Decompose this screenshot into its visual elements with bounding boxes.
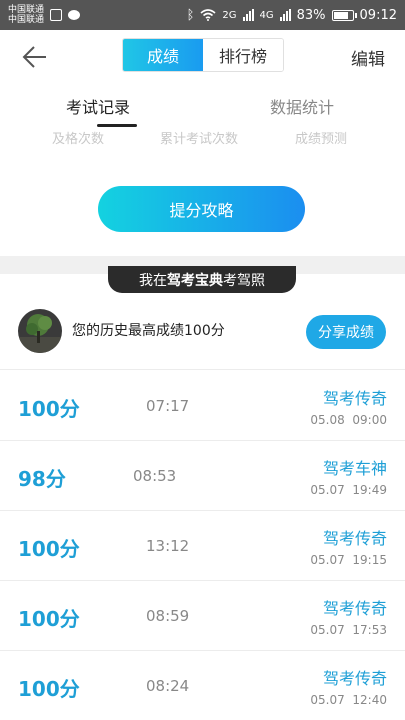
- record-time: 19:49: [352, 483, 387, 497]
- segmented-control: 成绩 排行榜: [122, 38, 284, 72]
- record-date: 05.08: [310, 413, 345, 427]
- battery-fill: [333, 11, 349, 19]
- active-tab-indicator: [97, 124, 137, 127]
- record-duration: 08:24: [146, 677, 190, 695]
- avatar-tree-image: [18, 309, 62, 353]
- record-row[interactable]: 100分 07:17 驾考传奇 05.08 09:00: [0, 371, 405, 441]
- system-status: ᛒ 2G 4G 83% 09:12: [187, 8, 397, 23]
- network-type-1: 2G: [222, 9, 237, 21]
- toast-suffix: 考驾照: [223, 272, 265, 289]
- record-date: 05.07: [310, 623, 345, 637]
- bluetooth-icon: ᛒ: [186, 7, 195, 23]
- record-datetime: 05.07 19:15: [310, 553, 387, 567]
- tab-score[interactable]: 成绩: [123, 39, 203, 71]
- battery-icon: [331, 9, 357, 21]
- toast-message: 我在 驾考宝典 考驾照: [108, 266, 296, 293]
- stats-section: 及格次数 累计考试次数 成绩预测 提分攻略: [0, 128, 405, 256]
- battery-percent: 83%: [296, 7, 326, 23]
- toast-brand: 驾考宝典: [167, 272, 223, 289]
- edit-button[interactable]: 编辑: [351, 45, 385, 70]
- record-score: 100分: [18, 607, 80, 631]
- record-date: 05.07: [310, 553, 345, 567]
- best-score-row: 您的历史最高成绩100分 分享成绩: [0, 300, 405, 370]
- record-date: 05.07: [310, 483, 345, 497]
- record-row[interactable]: 100分 08:59 驾考传奇 05.07 17:53: [0, 581, 405, 651]
- clock: 09:12: [359, 7, 397, 23]
- message-notification-icon: [68, 10, 81, 20]
- record-time: 12:40: [352, 693, 387, 707]
- carrier-2: 中国联通: [8, 15, 45, 25]
- record-duration: 13:12: [146, 537, 190, 555]
- back-arrow-icon[interactable]: [20, 42, 50, 72]
- score-prediction-label: 成绩预测: [295, 132, 348, 147]
- record-title: 驾考传奇: [322, 389, 387, 408]
- record-title: 驾考传奇: [322, 599, 387, 618]
- record-duration: 08:59: [146, 607, 190, 625]
- wifi-icon: [200, 9, 216, 21]
- tab-leaderboard[interactable]: 排行榜: [203, 39, 283, 71]
- record-row[interactable]: 100分 13:12 驾考传奇 05.07 19:15: [0, 511, 405, 581]
- record-score: 100分: [18, 677, 80, 701]
- record-datetime: 05.07 12:40: [310, 693, 387, 707]
- image-notification-icon: [50, 9, 63, 21]
- tab-data-stats[interactable]: 数据统计: [270, 94, 334, 118]
- share-score-button[interactable]: 分享成绩: [306, 315, 386, 349]
- signal-icon: [279, 9, 291, 21]
- record-title: 驾考传奇: [322, 669, 387, 688]
- record-date: 05.07: [310, 693, 345, 707]
- carrier-names: 中国联通 中国联通: [8, 5, 44, 25]
- improve-tips-button[interactable]: 提分攻略: [98, 186, 305, 232]
- record-datetime: 05.07 19:49: [310, 483, 387, 497]
- record-time: 19:15: [352, 553, 387, 567]
- sub-tabs: 考试记录 数据统计: [0, 84, 405, 128]
- signal-icon: [242, 9, 254, 21]
- record-title: 驾考车神: [322, 459, 387, 478]
- record-datetime: 05.07 17:53: [310, 623, 387, 637]
- record-datetime: 05.08 09:00: [310, 413, 387, 427]
- total-exams-label: 累计考试次数: [160, 132, 239, 147]
- record-time: 09:00: [352, 413, 387, 427]
- record-score: 100分: [18, 397, 80, 421]
- record-title: 驾考传奇: [322, 529, 387, 548]
- record-time: 17:53: [352, 623, 387, 637]
- record-row[interactable]: 100分 08:24 驾考传奇 05.07 12:40: [0, 651, 405, 720]
- pass-count-label: 及格次数: [52, 132, 105, 147]
- best-score-text: 您的历史最高成绩100分: [72, 323, 225, 339]
- record-score: 98分: [18, 467, 66, 491]
- carrier-1: 中国联通: [8, 5, 45, 15]
- status-bar: 中国联通 中国联通 ᛒ 2G 4G 83% 09:12: [0, 0, 405, 30]
- avatar: [18, 309, 62, 353]
- record-row[interactable]: 98分 08:53 驾考车神 05.07 19:49: [0, 441, 405, 511]
- network-type-2: 4G: [259, 9, 274, 21]
- nav-bar: 成绩 排行榜 编辑: [0, 30, 405, 84]
- tab-exam-records[interactable]: 考试记录: [66, 94, 130, 118]
- record-duration: 08:53: [133, 467, 177, 485]
- toast-prefix: 我在: [139, 272, 167, 289]
- record-duration: 07:17: [146, 397, 190, 415]
- exam-records-list: 100分 07:17 驾考传奇 05.08 09:00 98分 08:53 驾考车神 05.0…: [0, 371, 405, 720]
- record-score: 100分: [18, 537, 80, 561]
- notification-icons: [50, 9, 81, 21]
